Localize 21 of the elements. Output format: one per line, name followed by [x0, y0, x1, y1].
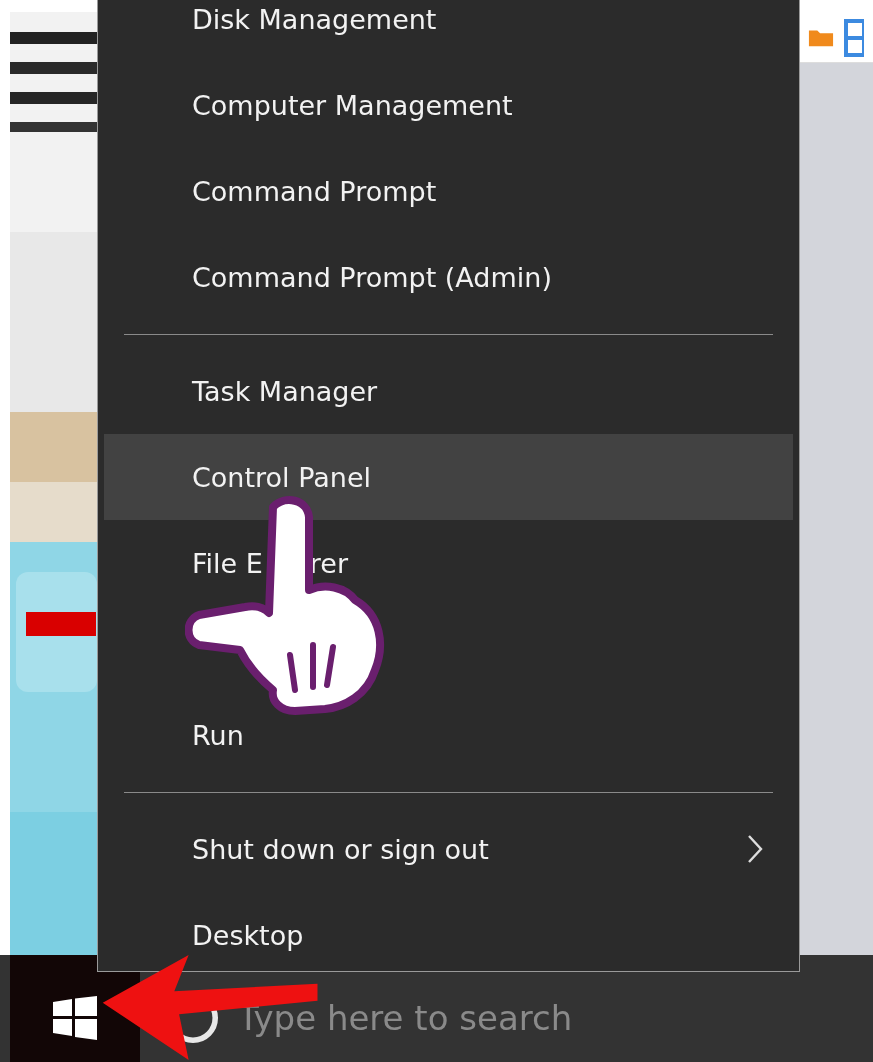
- menu-item-label: Command Prompt: [192, 175, 437, 207]
- menu-item[interactable]: Shut down or sign out: [104, 806, 793, 892]
- menu-item-label: Command Prompt (Admin): [192, 261, 552, 293]
- menu-item-label: Disk Management: [192, 3, 437, 35]
- menu-item[interactable]: Run: [104, 692, 793, 778]
- menu-item-label: File E: [192, 547, 263, 579]
- windows-icon: [53, 995, 97, 1040]
- chevron-icon: [747, 834, 763, 864]
- menu-item[interactable]: Command Prompt: [104, 148, 793, 234]
- menu-item[interactable]: Control Panel: [104, 434, 793, 520]
- menu-item-label: Desktop: [192, 919, 304, 951]
- menu-item[interactable]: Disk Management: [104, 0, 793, 62]
- menu-item-label: Control Panel: [192, 461, 372, 493]
- menu-item-label: Shut down or sign out: [192, 833, 489, 865]
- menu-item-label: Computer Management: [192, 89, 513, 121]
- menu-item[interactable]: Computer Management: [104, 62, 793, 148]
- menu-item[interactable]: Command Prompt (Admin): [104, 234, 793, 320]
- browser-icon: [844, 17, 864, 57]
- menu-item[interactable]: Task Manager: [104, 348, 793, 434]
- menu-item-label: Run: [192, 719, 244, 751]
- menu-item-label: Task Manager: [192, 375, 378, 407]
